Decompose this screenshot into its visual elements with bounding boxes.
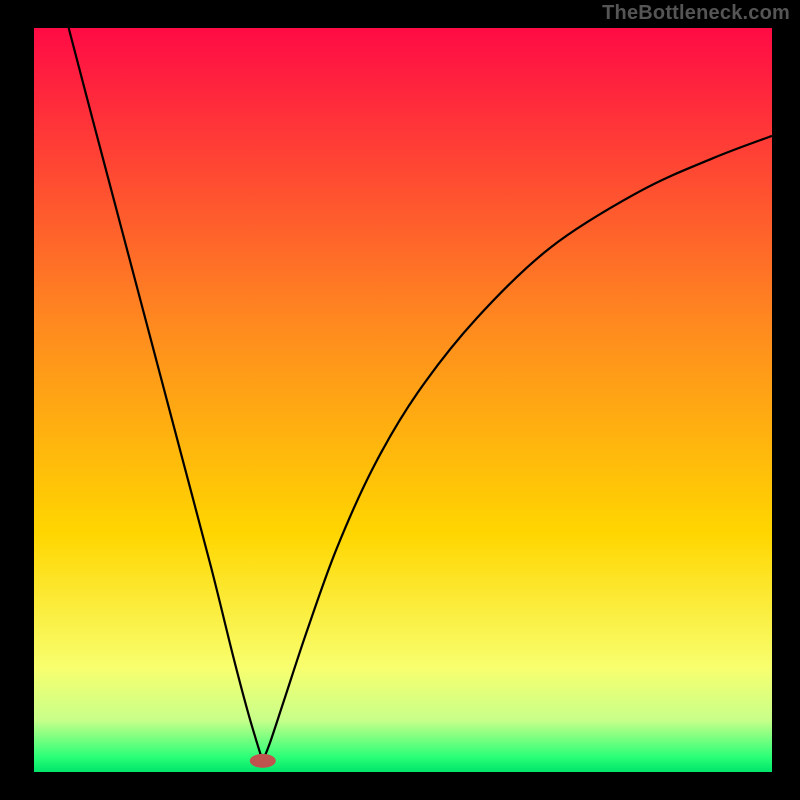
watermark-text: TheBottleneck.com — [602, 2, 790, 25]
chart-svg — [0, 0, 800, 800]
chart-root: TheBottleneck.com — [0, 0, 800, 800]
plot-area — [34, 28, 772, 772]
minimum-marker — [250, 754, 276, 768]
